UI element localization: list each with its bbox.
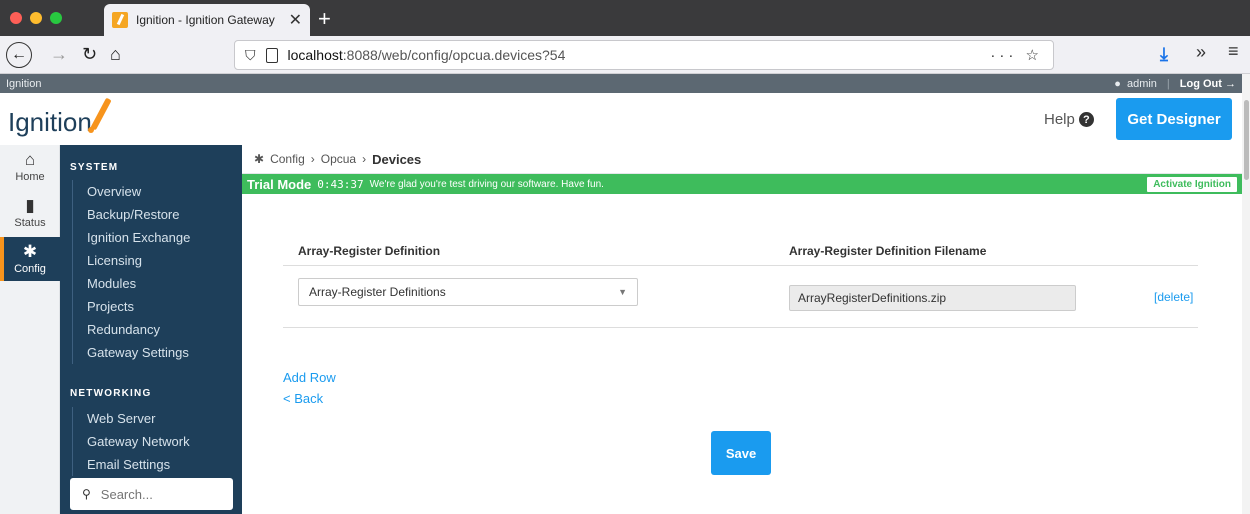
breadcrumb-opcua[interactable]: Opcua: [321, 152, 356, 166]
logo-dot-icon: [88, 127, 94, 133]
ignition-logo[interactable]: Ignition: [8, 107, 92, 138]
strip-title: Ignition: [6, 77, 42, 90]
shield-icon[interactable]: ⛉: [245, 47, 256, 64]
sidebar-item-backup-restore[interactable]: Backup/Restore: [73, 203, 190, 226]
section-title-networking: NETWORKING: [70, 388, 152, 399]
url-host: localhost: [287, 47, 343, 63]
sidebar-search[interactable]: ⚲: [70, 478, 233, 510]
definition-select[interactable]: Array-Register Definitions ▼: [298, 278, 638, 306]
get-designer-button[interactable]: Get Designer: [1116, 98, 1232, 140]
delete-row-link[interactable]: [delete]: [1154, 290, 1193, 304]
breadcrumb-separator: ›: [310, 152, 315, 166]
forward-arrow-icon[interactable]: →: [50, 44, 68, 65]
active-indicator: [0, 237, 4, 281]
hamburger-menu-icon[interactable]: ≡: [1228, 41, 1239, 62]
sidebar-item-modules[interactable]: Modules: [73, 272, 190, 295]
activate-ignition-button[interactable]: Activate Ignition: [1147, 176, 1237, 192]
system-nav-group: Overview Backup/Restore Ignition Exchang…: [72, 180, 190, 364]
sidebar-item-ignition-exchange[interactable]: Ignition Exchange: [73, 226, 190, 249]
nav-home-label: Home: [15, 171, 45, 183]
add-row-link[interactable]: Add Row: [283, 370, 336, 385]
chevron-down-icon: ▼: [618, 287, 627, 297]
ignition-favicon-icon: [112, 12, 128, 28]
window-close-button[interactable]: [10, 12, 22, 24]
gateway-top-strip: Ignition ● admin | Log Out →: [0, 74, 1242, 93]
section-title-system: SYSTEM: [70, 162, 119, 173]
new-tab-icon[interactable]: +: [318, 6, 331, 32]
logo-slash-icon: [90, 97, 112, 131]
tab-title: Ignition - Ignition Gateway: [136, 13, 275, 27]
table-row-divider: [283, 327, 1198, 328]
overflow-chevron-icon[interactable]: »: [1196, 42, 1206, 63]
back-link[interactable]: < Back: [283, 391, 323, 406]
config-sidebar: SYSTEM Overview Backup/Restore Ignition …: [60, 145, 242, 514]
browser-tab-bar: Ignition - Ignition Gateway ✕ +: [0, 0, 1250, 36]
trial-timer: 0:43:37: [317, 177, 364, 191]
url-path: :8088/web/config/opcua.devices?54: [342, 47, 566, 63]
help-circle-icon: ?: [1078, 112, 1094, 127]
sidebar-item-email-settings[interactable]: Email Settings: [73, 453, 190, 476]
nav-status[interactable]: ▮ Status: [0, 191, 60, 235]
page-icon: [265, 47, 278, 63]
window-minimize-button[interactable]: [30, 12, 42, 24]
col-header-definition: Array-Register Definition: [298, 244, 441, 258]
username[interactable]: admin: [1127, 78, 1157, 90]
networking-nav-group: Web Server Gateway Network Email Setting…: [72, 407, 190, 476]
trial-banner: Trial Mode 0:43:37 We're glad you're tes…: [242, 174, 1242, 194]
sidebar-item-redundancy[interactable]: Redundancy: [73, 318, 190, 341]
col-header-filename: Array-Register Definition Filename: [789, 244, 987, 258]
trial-mode-label: Trial Mode: [247, 176, 312, 192]
main-content: Array-Register Definition Array-Register…: [242, 194, 1242, 514]
breadcrumb-current: Devices: [372, 151, 422, 167]
app-header: Ignition Help ? Get Designer: [0, 93, 1242, 145]
bar-chart-icon: ▮: [25, 196, 35, 215]
nav-config[interactable]: ✱ Config: [0, 237, 60, 281]
breadcrumb: ✱ Config › Opcua › Devices: [242, 145, 1242, 174]
browser-nav-bar: ← → ↻ ⌂ ⛉ localhost :8088/web/config/opc…: [0, 36, 1250, 74]
sidebar-item-projects[interactable]: Projects: [73, 295, 190, 318]
home-icon[interactable]: ⌂: [110, 44, 121, 65]
search-input[interactable]: [100, 486, 211, 502]
filename-field: ArrayRegisterDefinitions.zip: [789, 285, 1076, 311]
tab-close-icon[interactable]: ✕: [289, 10, 302, 30]
reload-icon[interactable]: ↻: [82, 44, 97, 65]
scrollbar-thumb[interactable]: [1244, 100, 1249, 180]
breadcrumb-separator: ›: [362, 152, 367, 166]
sidebar-item-licensing[interactable]: Licensing: [73, 249, 190, 272]
nav-config-label: Config: [14, 263, 46, 275]
sidebar-item-gateway-network[interactable]: Gateway Network: [73, 430, 190, 453]
table-header-divider: [283, 265, 1198, 266]
save-button[interactable]: Save: [711, 431, 771, 475]
download-icon[interactable]: ⤓: [1160, 44, 1168, 65]
separator: |: [1166, 77, 1170, 90]
page-actions-icon[interactable]: ··· ☆: [990, 46, 1043, 64]
url-bar[interactable]: ⛉ localhost :8088/web/config/opcua.devic…: [234, 40, 1054, 70]
user-icon: ●: [1114, 77, 1121, 90]
sidebar-item-overview[interactable]: Overview: [73, 180, 190, 203]
window-zoom-button[interactable]: [50, 12, 62, 24]
gear-icon: ✱: [22, 242, 38, 261]
nav-status-label: Status: [14, 217, 46, 229]
definition-select-value: Array-Register Definitions: [309, 285, 446, 299]
sidebar-item-web-server[interactable]: Web Server: [73, 407, 190, 430]
gear-icon: ✱: [254, 152, 265, 166]
icon-nav: ⌂ Home ▮ Status ✱ Config: [0, 145, 60, 514]
help-link[interactable]: Help ?: [1044, 111, 1094, 128]
trial-message: We're glad you're test driving our softw…: [369, 178, 604, 190]
filename-value: ArrayRegisterDefinitions.zip: [798, 291, 947, 305]
nav-home[interactable]: ⌂ Home: [0, 145, 60, 189]
back-arrow-icon[interactable]: ←: [6, 42, 32, 68]
logout-link[interactable]: Log Out →: [1180, 78, 1236, 90]
help-label: Help: [1044, 111, 1075, 128]
browser-tab[interactable]: Ignition - Ignition Gateway ✕: [104, 4, 310, 36]
search-icon: ⚲: [82, 487, 91, 501]
sidebar-item-gateway-settings[interactable]: Gateway Settings: [73, 341, 190, 364]
home-icon: ⌂: [24, 150, 36, 169]
breadcrumb-config[interactable]: Config: [270, 152, 305, 166]
